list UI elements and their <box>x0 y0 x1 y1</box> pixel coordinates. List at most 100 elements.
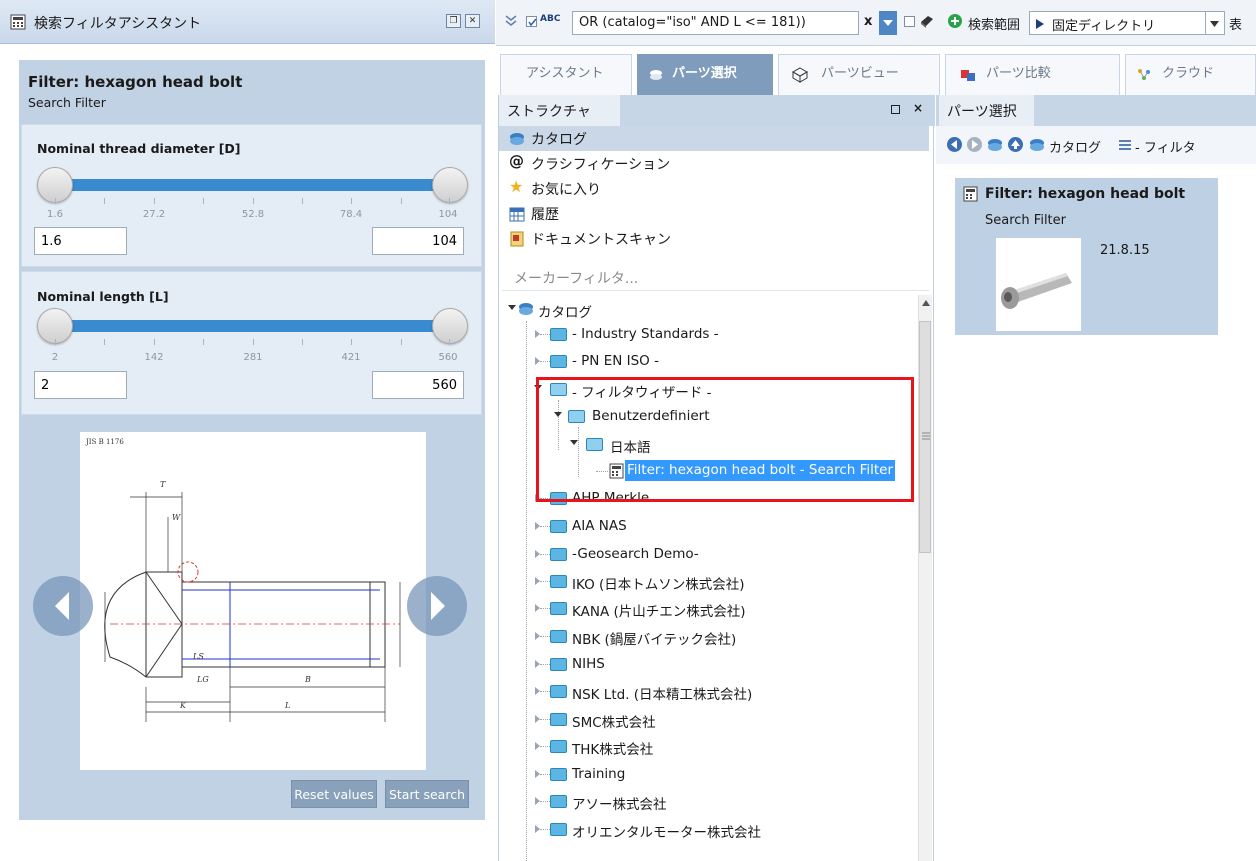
tree-item[interactable]: AIA NAS <box>502 514 902 538</box>
clear-query-button[interactable]: x <box>864 14 872 29</box>
previous-image-button[interactable] <box>33 576 93 636</box>
catalog-icon[interactable] <box>987 137 1003 153</box>
svg-text:T: T <box>160 480 166 489</box>
maximize-panel-icon[interactable] <box>891 105 900 114</box>
search-toolbar: ABC OR (catalog="iso" AND L <= 181)) x 検… <box>496 0 1256 46</box>
svg-text:LG: LG <box>196 675 209 684</box>
book-icon[interactable] <box>919 13 935 33</box>
max-value-input[interactable] <box>372 371 464 399</box>
tree-item[interactable]: NIHS <box>502 652 902 676</box>
compare-icon <box>961 70 975 81</box>
close-panel-icon[interactable]: × <box>913 101 923 115</box>
slider-ticks <box>55 198 450 204</box>
query-input[interactable]: OR (catalog="iso" AND L <= 181)) <box>572 11 859 35</box>
nav-history[interactable]: 履歴 <box>499 201 929 226</box>
min-value-input[interactable] <box>34 371 127 399</box>
next-image-button[interactable] <box>407 576 467 636</box>
calendar-icon <box>509 207 525 222</box>
bolt-thumbnail <box>996 238 1081 331</box>
svg-text:K: K <box>179 701 187 710</box>
max-value-input[interactable] <box>372 227 464 255</box>
tick-label: 78.4 <box>339 209 363 220</box>
filter-icon <box>1119 140 1131 150</box>
cloud-icon <box>1138 69 1150 80</box>
tick-label: 52.8 <box>241 209 265 220</box>
left-panel-title: 検索フィルタアシスタント <box>34 16 202 32</box>
chevron-down-icon <box>1210 21 1219 27</box>
back-icon[interactable] <box>947 137 962 152</box>
tree-item[interactable]: SMC株式会社 <box>502 707 902 731</box>
tree-item[interactable]: - Industry Standards - <box>502 322 902 346</box>
restore-window-icon[interactable]: ❐ <box>446 14 461 28</box>
nav-classification[interactable]: @ クラシフィケーション <box>499 151 929 176</box>
tick-label: 142 <box>144 352 164 363</box>
range-slider-track[interactable] <box>55 320 450 332</box>
nav-favorites[interactable]: ★ お気に入り <box>499 176 929 201</box>
nav-catalog[interactable]: カタログ <box>499 126 929 151</box>
range-slider-track[interactable] <box>55 179 450 191</box>
start-search-button[interactable]: Start search <box>385 780 469 808</box>
filter-card: Filter: hexagon head bolt Search Filter … <box>19 60 485 820</box>
svg-text:W: W <box>172 513 181 522</box>
reset-values-button[interactable]: Reset values <box>291 780 377 808</box>
query-dropdown-button[interactable] <box>879 11 897 35</box>
tree-item[interactable]: アソー株式会社 <box>502 789 902 813</box>
tree-item[interactable]: IKO (日本トムソン株式会社) <box>502 569 902 593</box>
parts-selection-panel: パーツ選択 カタログ - フィルタ Filter: hexagon head b… <box>936 95 1256 861</box>
abc-label: ABC <box>540 14 561 24</box>
close-window-icon[interactable]: ✕ <box>465 14 480 28</box>
catalog-icon <box>519 303 533 315</box>
tick-label: 104 <box>438 209 458 220</box>
tab-assistant[interactable]: アシスタント <box>500 54 632 95</box>
tick-label: 1.6 <box>47 209 63 220</box>
forward-icon[interactable] <box>967 137 982 152</box>
tick-label: 27.2 <box>142 209 166 220</box>
tick-label: 281 <box>243 352 263 363</box>
catalog-icon <box>510 133 524 145</box>
play-icon <box>1036 19 1044 29</box>
tree-root-catalog[interactable]: カタログ <box>502 297 902 321</box>
part-card-title: Filter: hexagon head bolt <box>985 186 1186 202</box>
param-length: Nominal length [L] 2 142 281 421 560 <box>21 271 482 415</box>
fixed-directory-label: 固定ディレクトリ <box>1052 19 1156 34</box>
option-checkbox[interactable] <box>904 16 915 27</box>
filter-title: Filter: hexagon head bolt <box>28 73 243 91</box>
abc-checkbox[interactable] <box>526 16 537 27</box>
param-label: Nominal length [L] <box>37 289 169 304</box>
slider-ticks <box>55 339 450 345</box>
tab-parts-compare[interactable]: パーツ比較 <box>945 54 1120 95</box>
part-card-subtitle: Search Filter <box>985 213 1066 228</box>
tree-item[interactable]: Training <box>502 762 902 786</box>
tick-label: 2 <box>51 352 59 363</box>
breadcrumb-catalog[interactable]: カタログ <box>1049 137 1101 156</box>
tree-item[interactable]: オリエンタルモーター株式会社 <box>502 817 902 841</box>
tab-parts-view[interactable]: パーツビュー <box>778 54 940 95</box>
up-icon[interactable] <box>1008 137 1023 152</box>
tree-item[interactable]: NSK Ltd. (日本精工株式会社) <box>502 679 902 703</box>
add-search-range-icon[interactable] <box>947 13 963 33</box>
annotation-highlight-box <box>536 377 914 502</box>
calculator-icon <box>10 14 26 34</box>
tree-item[interactable]: - PN EN ISO - <box>502 349 902 373</box>
structure-title: ストラクチャ <box>499 95 620 126</box>
tab-cloud[interactable]: クラウド <box>1125 54 1256 95</box>
min-value-input[interactable] <box>34 227 127 255</box>
tree-item[interactable]: KANA (片山チエン株式会社) <box>502 596 902 620</box>
svg-text:LS: LS <box>192 652 204 661</box>
view-label[interactable]: 表 <box>1229 14 1242 33</box>
breadcrumb-filter[interactable]: - フィルタ <box>1135 137 1196 156</box>
part-card[interactable]: Filter: hexagon head bolt Search Filter … <box>955 178 1218 335</box>
collapse-chevron-icon[interactable] <box>504 13 518 31</box>
tree-item[interactable]: -Geosearch Demo- <box>502 542 902 566</box>
tab-parts-selection[interactable]: パーツ選択 <box>637 54 773 95</box>
technical-drawing: JIS B 1176 T W LS LG B L K <box>80 432 426 770</box>
maker-filter-input[interactable]: メーカーフィルタ... <box>502 261 929 291</box>
nav-document-scan[interactable]: ドキュメントスキャン <box>499 226 929 251</box>
fixed-directory-dropdown[interactable]: 固定ディレクトリ <box>1029 11 1225 35</box>
filter-subtitle: Search Filter <box>28 95 106 110</box>
tree-item[interactable]: THK株式会社 <box>502 734 902 758</box>
tree-item[interactable]: NBK (鍋屋バイテック会社) <box>502 624 902 648</box>
tree-scrollbar-thumb[interactable] <box>919 321 931 553</box>
star-icon: ★ <box>509 177 524 196</box>
tick-label: 560 <box>438 352 458 363</box>
